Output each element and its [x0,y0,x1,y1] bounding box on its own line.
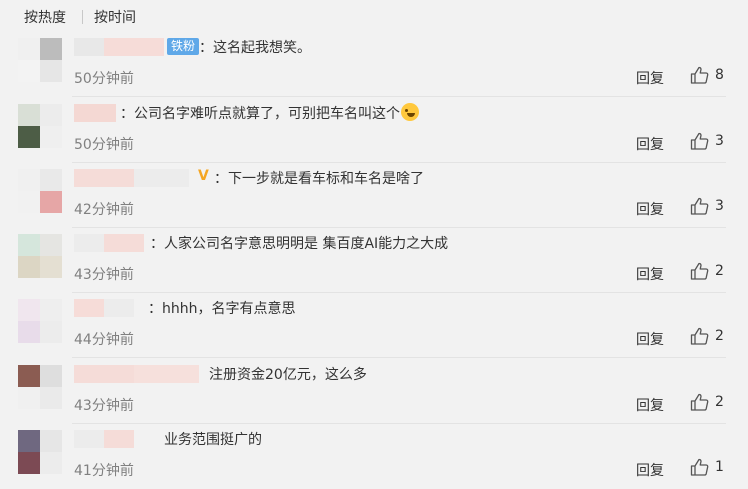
avatar[interactable] [18,365,62,409]
comment-item: V ：下一步就是看车标和车名是啥了 42分钟前 回复 3 [0,163,748,228]
sort-bar: 按热度 按时间 [0,0,748,32]
comment-item: 业务范围挺广的 41分钟前 回复 1 [0,424,748,489]
fan-badge: 铁粉 [167,38,200,55]
reply-button[interactable]: 回复 [636,68,664,88]
reply-button[interactable]: 回复 [636,460,664,480]
like-count: 3 [715,133,724,149]
avatar[interactable] [18,430,62,474]
like-count: 1 [715,459,724,475]
comment-time: 44分钟前 [74,332,134,348]
comment-text: ：人家公司名字意思明明是 集百度AI能力之大成 [150,236,449,252]
comment-text: 业务范围挺广的 [164,432,262,448]
avatar[interactable] [18,38,62,82]
like-button[interactable]: 2 [690,392,730,414]
thumbs-up-icon [690,132,709,150]
like-count: 2 [715,394,724,410]
reply-button[interactable]: 回复 [636,395,664,415]
sort-by-hot-tab[interactable]: 按热度 [24,7,66,27]
reply-button[interactable]: 回复 [636,264,664,284]
like-count: 2 [715,263,724,279]
comment-time: 50分钟前 [74,71,134,87]
like-button[interactable]: 2 [690,261,730,283]
comment-text: ：hhhh，名字有点意思 [148,301,296,317]
comment-item: ：hhhh，名字有点意思 44分钟前 回复 2 [0,293,748,358]
like-button[interactable]: 2 [690,326,730,348]
comment-item: 铁粉 ：这名起我想笑。 50分钟前 回复 8 [0,32,748,97]
comment-time: 43分钟前 [74,398,134,414]
sort-by-time-tab[interactable]: 按时间 [94,7,136,27]
thumbs-up-icon [690,262,709,280]
thumbs-up-icon [690,197,709,215]
comment-text: ：这名起我想笑。 [199,40,311,56]
comment-text: 注册资金20亿元，这么多 [209,367,367,383]
reply-button[interactable]: 回复 [636,199,664,219]
like-count: 8 [715,67,724,83]
avatar[interactable] [18,299,62,343]
comment-time: 43分钟前 [74,267,134,283]
vip-badge-icon: V [198,168,209,184]
laughing-emoji-icon [401,103,419,121]
comment-text: ：公司名字难听点就算了，可别把车名叫这个 [120,103,419,123]
thumbs-up-icon [690,66,709,84]
like-button[interactable]: 3 [690,196,730,218]
comment-text: ：下一步就是看车标和车名是啥了 [214,171,424,187]
thumbs-up-icon [690,393,709,411]
comment-time: 50分钟前 [74,137,134,153]
avatar[interactable] [18,169,62,213]
like-button[interactable]: 8 [690,65,730,87]
like-button[interactable]: 1 [690,457,730,479]
like-count: 2 [715,328,724,344]
avatar[interactable] [18,234,62,278]
thumbs-up-icon [690,458,709,476]
like-count: 3 [715,198,724,214]
reply-button[interactable]: 回复 [636,329,664,349]
comment-time: 42分钟前 [74,202,134,218]
comment-item: ：公司名字难听点就算了，可别把车名叫这个 50分钟前 回复 3 [0,98,748,163]
like-button[interactable]: 3 [690,131,730,153]
reply-button[interactable]: 回复 [636,134,664,154]
comment-item: ：人家公司名字意思明明是 集百度AI能力之大成 43分钟前 回复 2 [0,228,748,293]
thumbs-up-icon [690,327,709,345]
avatar[interactable] [18,104,62,148]
sort-divider [82,10,83,24]
comment-item: 注册资金20亿元，这么多 43分钟前 回复 2 [0,359,748,424]
comment-time: 41分钟前 [74,463,134,479]
